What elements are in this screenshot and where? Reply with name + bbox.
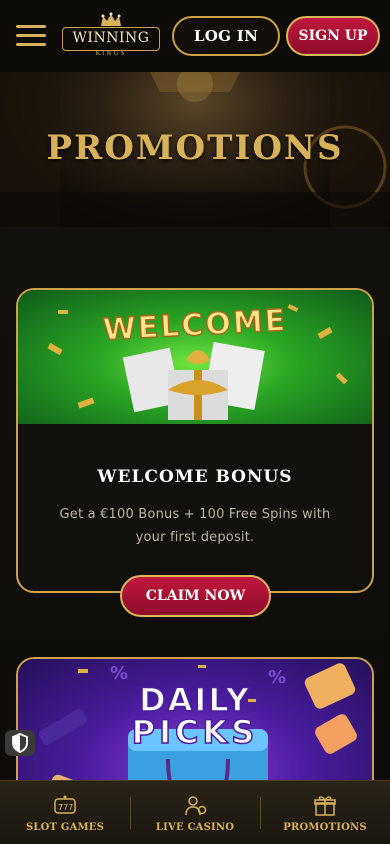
claim-now-button[interactable]: CLAIM NOW [120,575,271,617]
login-button[interactable]: LOG IN [172,16,280,56]
hero-banner: PROMOTIONS [0,72,390,227]
nav-label-slot-games: SLOT GAMES [25,822,105,833]
promo-title: WELCOME BONUS [97,467,293,487]
menu-icon[interactable] [16,25,46,47]
shield-icon [12,733,28,753]
promotions-list: WELCOME WELCOME BONUS Get a €100 Bonus +… [0,227,390,844]
nav-label-live-casino: LIVE CASINO [155,822,235,833]
logo[interactable]: WINNING KINGS [62,12,160,57]
crown-icon [101,12,121,26]
promo-card-welcome[interactable]: WELCOME WELCOME BONUS Get a €100 Bonus +… [16,288,374,593]
picks-banner-text: PICKS [131,712,259,752]
dealer-icon [185,796,207,816]
promo-description: Get a €100 Bonus + 100 Free Spins with y… [59,507,331,545]
nav-promotions[interactable]: PROMOTIONS [260,781,390,844]
welcome-banner-image: WELCOME [18,290,372,424]
slot-machine-icon: 777 [54,795,76,814]
page-title: PROMOTIONS [46,128,344,168]
signup-button[interactable]: SIGN UP [286,16,380,56]
bottom-navigation: 777 SLOT GAMES LIVE CASINO PROMOTIONS [0,780,390,844]
gift-icon [314,796,336,816]
logo-subtitle: KINGS [95,50,127,57]
nav-slot-games[interactable]: 777 SLOT GAMES [0,781,130,844]
top-header: WINNING KINGS LOG IN SIGN UP [0,0,390,72]
nav-live-casino[interactable]: LIVE CASINO [130,781,260,844]
nav-label-promotions: PROMOTIONS [283,822,367,833]
logo-wordmark: WINNING [62,27,160,51]
svg-text:777: 777 [58,803,73,812]
privacy-settings-button[interactable] [5,730,35,756]
